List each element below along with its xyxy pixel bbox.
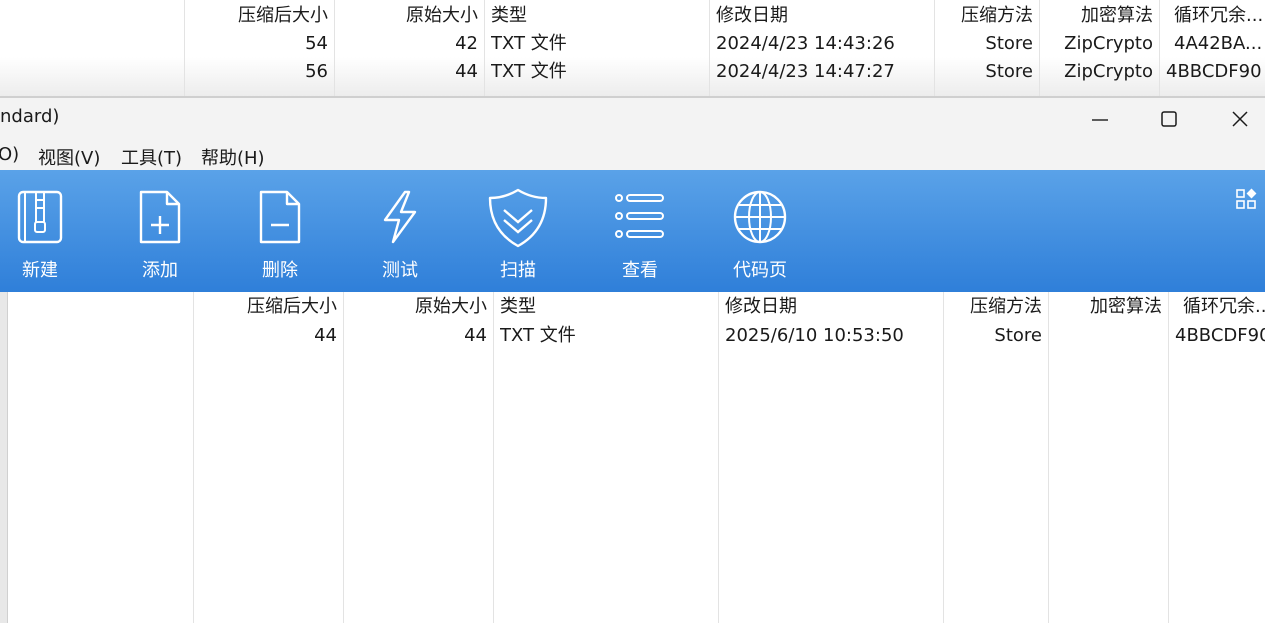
column-header-encryption[interactable]: 加密算法 <box>1045 2 1153 30</box>
tool-label: 查看 <box>622 260 658 281</box>
cell-modified: 2024/4/23 14:47:27 <box>716 61 895 82</box>
background-file-table: 压缩后大小 原始大小 类型 修改日期 压缩方法 加密算法 循环冗余... 54 … <box>0 0 1265 97</box>
close-icon <box>1232 111 1248 127</box>
close-button[interactable] <box>1205 98 1265 140</box>
tool-label: 扫描 <box>500 260 536 281</box>
cell-type[interactable]: TXT 文件 <box>500 322 710 350</box>
tool-label: 测试 <box>382 260 418 281</box>
list-icon <box>615 194 664 238</box>
cell-type: TXT 文件 <box>491 61 567 82</box>
column-header-crc[interactable]: 循环冗余... <box>1174 2 1265 30</box>
cell-packed-size: 54 <box>305 33 328 54</box>
cell-size: 42 <box>455 33 478 54</box>
column-header-size[interactable]: 原始大小 <box>340 2 478 30</box>
cell-size: 44 <box>455 61 478 82</box>
column-divider <box>334 0 335 97</box>
column-divider <box>709 0 710 97</box>
cell-method[interactable]: Store <box>949 322 1042 350</box>
window-title: ndard) <box>0 106 60 127</box>
cell-modified: 2024/4/23 14:43:26 <box>716 33 895 54</box>
column-header-packed-size[interactable]: 压缩后大小 <box>199 293 337 321</box>
tool-label: 新建 <box>22 260 58 281</box>
file-remove-icon <box>259 190 301 244</box>
cell-packed-size: 56 <box>305 61 328 82</box>
test-button[interactable]: 测试 <box>340 170 460 292</box>
cell-encryption: ZipCrypto <box>1064 33 1153 54</box>
lightning-icon <box>383 190 417 244</box>
cell-method: Store <box>985 33 1033 54</box>
file-list: 压缩后大小 原始大小 类型 修改日期 压缩方法 加密算法 循环冗余... 44 … <box>0 292 1265 623</box>
menu-bar: O) 视图(V) 工具(T) 帮助(H) <box>0 140 1265 170</box>
column-divider <box>1159 0 1160 97</box>
column-divider <box>943 292 944 623</box>
cell-method: Store <box>985 61 1033 82</box>
view-button[interactable]: 查看 <box>580 170 700 292</box>
folder-pane-edge[interactable] <box>0 292 8 623</box>
column-divider <box>1168 292 1169 623</box>
column-divider <box>193 292 194 623</box>
column-divider <box>934 0 935 97</box>
menu-help[interactable]: 帮助(H) <box>201 144 265 170</box>
cell-type: TXT 文件 <box>491 33 567 54</box>
column-header-type[interactable]: 类型 <box>491 2 701 30</box>
column-header-method[interactable]: 压缩方法 <box>940 2 1033 30</box>
maximize-icon <box>1161 111 1177 127</box>
cell-crc: 4A42BA... <box>1174 33 1263 54</box>
column-header-packed-size[interactable]: 压缩后大小 <box>190 2 328 30</box>
background-window: 压缩后大小 原始大小 类型 修改日期 压缩方法 加密算法 循环冗余... 54 … <box>0 0 1265 97</box>
column-divider <box>343 292 344 623</box>
cell-size[interactable]: 44 <box>349 322 487 350</box>
delete-button[interactable]: 删除 <box>220 170 340 292</box>
column-header-type[interactable]: 类型 <box>500 293 710 321</box>
menu-tools[interactable]: 工具(T) <box>121 144 182 170</box>
tool-label: 删除 <box>262 260 298 281</box>
shield-icon <box>488 188 548 248</box>
column-header-modified[interactable]: 修改日期 <box>716 2 926 30</box>
column-header-encryption[interactable]: 加密算法 <box>1054 293 1162 321</box>
maximize-button[interactable] <box>1134 98 1204 140</box>
cell-encryption: ZipCrypto <box>1064 61 1153 82</box>
menu-view[interactable]: 视图(V) <box>38 144 100 170</box>
column-divider <box>1048 292 1049 623</box>
cell-crc[interactable]: 4BBCDF90 <box>1175 322 1265 350</box>
title-bar[interactable]: ndard) <box>0 98 1265 140</box>
layout-toggle-button[interactable] <box>1235 188 1257 210</box>
grid-layout-icon <box>1236 188 1257 209</box>
archive-zip-icon <box>17 190 63 244</box>
cell-packed-size[interactable]: 44 <box>199 322 337 350</box>
codepage-button[interactable]: 代码页 <box>700 170 820 292</box>
column-divider <box>184 0 185 97</box>
cell-crc: 4BBCDF90 <box>1166 61 1262 82</box>
minimize-icon <box>1092 119 1108 121</box>
column-header-method[interactable]: 压缩方法 <box>949 293 1042 321</box>
add-button[interactable]: 添加 <box>100 170 220 292</box>
column-header-crc[interactable]: 循环冗余... <box>1183 293 1265 321</box>
column-divider <box>493 292 494 623</box>
cell-encryption[interactable] <box>1054 322 1162 350</box>
cell-modified[interactable]: 2025/6/10 10:53:50 <box>725 322 935 350</box>
tool-label: 代码页 <box>733 260 787 281</box>
column-divider <box>718 292 719 623</box>
globe-icon <box>733 190 787 244</box>
new-button[interactable]: 新建 <box>0 170 100 292</box>
archive-window: ndard) O) 视图(V) 工具(T) 帮助(H) 新建 添加 删除 测试 … <box>0 98 1265 623</box>
toolbar: 新建 添加 删除 测试 扫描 查看 代码页 <box>0 170 1265 292</box>
minimize-button[interactable] <box>1065 98 1135 140</box>
scan-button[interactable]: 扫描 <box>458 170 578 292</box>
menu-operation[interactable]: O) <box>0 144 19 165</box>
column-header-size[interactable]: 原始大小 <box>349 293 487 321</box>
file-add-icon <box>139 190 181 244</box>
tool-label: 添加 <box>142 260 178 281</box>
column-header-modified[interactable]: 修改日期 <box>725 293 935 321</box>
column-divider <box>484 0 485 97</box>
column-divider <box>1039 0 1040 97</box>
